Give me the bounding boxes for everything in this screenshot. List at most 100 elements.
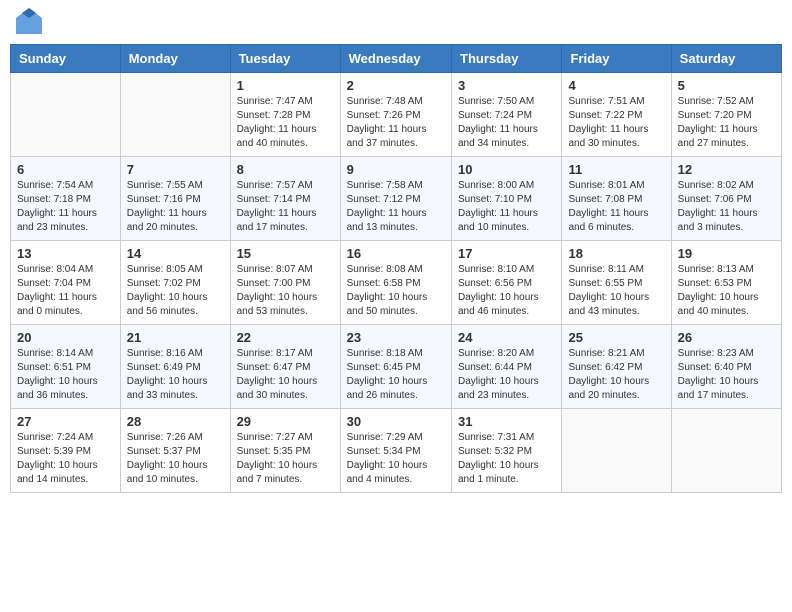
day-info: Sunrise: 8:14 AMSunset: 6:51 PMDaylight:… <box>17 347 114 403</box>
calendar-cell: 24 Sunrise: 8:20 AMSunset: 6:44 PMDayligh… <box>452 325 562 409</box>
calendar-cell: 8Sunrise: 7:57 AMSunset: 7:14 PMDaylight… <box>230 157 340 241</box>
calendar-cell: 21 Sunrise: 8:16 AMSunset: 6:49 PMDayligh… <box>120 325 230 409</box>
day-number: 28 <box>127 414 224 429</box>
calendar-cell: 17 Sunrise: 8:10 AMSunset: 6:56 PMDayligh… <box>452 241 562 325</box>
calendar-cell <box>11 73 121 157</box>
day-info: Sunrise: 7:24 AMSunset: 5:39 PMDaylight:… <box>17 431 114 487</box>
calendar-cell <box>562 409 671 493</box>
calendar-cell: 20 Sunrise: 8:14 AMSunset: 6:51 PMDayligh… <box>11 325 121 409</box>
day-info: Sunrise: 7:27 AMSunset: 5:35 PMDaylight:… <box>237 431 334 487</box>
day-number: 2 <box>347 78 445 93</box>
day-number: 31 <box>458 414 555 429</box>
calendar-cell: 28Sunrise: 7:26 AMSunset: 5:37 PMDayligh… <box>120 409 230 493</box>
day-number: 17 <box>458 246 555 261</box>
day-info: Sunrise: 7:51 AMSunset: 7:22 PMDaylight:… <box>568 95 664 151</box>
day-info: Sunrise: 7:57 AMSunset: 7:14 PMDaylight:… <box>237 179 334 235</box>
calendar-week-row: 27Sunrise: 7:24 AMSunset: 5:39 PMDayligh… <box>11 409 782 493</box>
weekday-header: Thursday <box>452 45 562 73</box>
calendar-cell: 16 Sunrise: 8:08 AMSunset: 6:58 PMDayligh… <box>340 241 451 325</box>
day-info: Sunrise: 8:17 AMSunset: 6:47 PMDaylight:… <box>237 347 334 403</box>
day-info: Sunrise: 7:47 AMSunset: 7:28 PMDaylight:… <box>237 95 334 151</box>
day-number: 9 <box>347 162 445 177</box>
day-number: 12 <box>678 162 775 177</box>
day-info: Sunrise: 8:18 AMSunset: 6:45 PMDaylight:… <box>347 347 445 403</box>
day-number: 10 <box>458 162 555 177</box>
calendar-cell: 29Sunrise: 7:27 AMSunset: 5:35 PMDayligh… <box>230 409 340 493</box>
day-number: 7 <box>127 162 224 177</box>
day-info: Sunrise: 7:52 AMSunset: 7:20 PMDaylight:… <box>678 95 775 151</box>
day-number: 25 <box>568 330 664 345</box>
day-number: 18 <box>568 246 664 261</box>
calendar-table: SundayMondayTuesdayWednesdayThursdayFrid… <box>10 44 782 493</box>
calendar-cell: 12 Sunrise: 8:02 AMSunset: 7:06 PMDayligh… <box>671 157 781 241</box>
weekday-header: Friday <box>562 45 671 73</box>
calendar-cell: 2 Sunrise: 7:48 AMSunset: 7:26 PMDaylight… <box>340 73 451 157</box>
calendar-cell: 7Sunrise: 7:55 AMSunset: 7:16 PMDaylight… <box>120 157 230 241</box>
calendar-cell: 5 Sunrise: 7:52 AMSunset: 7:20 PMDaylight… <box>671 73 781 157</box>
day-info: Sunrise: 7:48 AMSunset: 7:26 PMDaylight:… <box>347 95 445 151</box>
day-number: 19 <box>678 246 775 261</box>
day-info: Sunrise: 8:20 AMSunset: 6:44 PMDaylight:… <box>458 347 555 403</box>
day-info: Sunrise: 7:58 AMSunset: 7:12 PMDaylight:… <box>347 179 445 235</box>
day-info: Sunrise: 8:08 AMSunset: 6:58 PMDaylight:… <box>347 263 445 319</box>
day-info: Sunrise: 7:54 AMSunset: 7:18 PMDaylight:… <box>17 179 114 235</box>
day-number: 30 <box>347 414 445 429</box>
calendar-week-row: 20 Sunrise: 8:14 AMSunset: 6:51 PMDayligh… <box>11 325 782 409</box>
weekday-header: Saturday <box>671 45 781 73</box>
day-info: Sunrise: 8:21 AMSunset: 6:42 PMDaylight:… <box>568 347 664 403</box>
calendar-cell: 13Sunrise: 8:04 AMSunset: 7:04 PMDayligh… <box>11 241 121 325</box>
day-info: Sunrise: 8:13 AMSunset: 6:53 PMDaylight:… <box>678 263 775 319</box>
day-number: 11 <box>568 162 664 177</box>
day-info: Sunrise: 8:04 AMSunset: 7:04 PMDaylight:… <box>17 263 114 319</box>
day-number: 6 <box>17 162 114 177</box>
day-number: 5 <box>678 78 775 93</box>
calendar-cell: 14 Sunrise: 8:05 AMSunset: 7:02 PMDayligh… <box>120 241 230 325</box>
day-number: 21 <box>127 330 224 345</box>
logo-icon <box>14 6 44 36</box>
day-info: Sunrise: 7:29 AMSunset: 5:34 PMDaylight:… <box>347 431 445 487</box>
calendar-cell: 3 Sunrise: 7:50 AMSunset: 7:24 PMDaylight… <box>452 73 562 157</box>
calendar-cell: 23 Sunrise: 8:18 AMSunset: 6:45 PMDayligh… <box>340 325 451 409</box>
calendar-cell: 9 Sunrise: 7:58 AMSunset: 7:12 PMDaylight… <box>340 157 451 241</box>
calendar-cell: 19 Sunrise: 8:13 AMSunset: 6:53 PMDayligh… <box>671 241 781 325</box>
day-number: 3 <box>458 78 555 93</box>
calendar-cell: 1Sunrise: 7:47 AMSunset: 7:28 PMDaylight… <box>230 73 340 157</box>
day-info: Sunrise: 7:31 AMSunset: 5:32 PMDaylight:… <box>458 431 555 487</box>
logo <box>14 10 44 36</box>
day-number: 15 <box>237 246 334 261</box>
day-info: Sunrise: 8:07 AMSunset: 7:00 PMDaylight:… <box>237 263 334 319</box>
day-info: Sunrise: 8:02 AMSunset: 7:06 PMDaylight:… <box>678 179 775 235</box>
day-info: Sunrise: 8:11 AMSunset: 6:55 PMDaylight:… <box>568 263 664 319</box>
day-info: Sunrise: 8:01 AMSunset: 7:08 PMDaylight:… <box>568 179 664 235</box>
day-number: 26 <box>678 330 775 345</box>
day-number: 23 <box>347 330 445 345</box>
calendar-cell: 15 Sunrise: 8:07 AMSunset: 7:00 PMDayligh… <box>230 241 340 325</box>
day-number: 4 <box>568 78 664 93</box>
calendar-body: 1Sunrise: 7:47 AMSunset: 7:28 PMDaylight… <box>11 73 782 493</box>
day-info: Sunrise: 8:10 AMSunset: 6:56 PMDaylight:… <box>458 263 555 319</box>
calendar-cell: 11 Sunrise: 8:01 AMSunset: 7:08 PMDayligh… <box>562 157 671 241</box>
day-info: Sunrise: 8:05 AMSunset: 7:02 PMDaylight:… <box>127 263 224 319</box>
weekday-header: Tuesday <box>230 45 340 73</box>
day-info: Sunrise: 7:50 AMSunset: 7:24 PMDaylight:… <box>458 95 555 151</box>
calendar-cell: 22Sunrise: 8:17 AMSunset: 6:47 PMDayligh… <box>230 325 340 409</box>
day-number: 16 <box>347 246 445 261</box>
day-info: Sunrise: 8:16 AMSunset: 6:49 PMDaylight:… <box>127 347 224 403</box>
calendar-cell: 26Sunrise: 8:23 AMSunset: 6:40 PMDayligh… <box>671 325 781 409</box>
weekday-header: Monday <box>120 45 230 73</box>
day-number: 20 <box>17 330 114 345</box>
calendar-cell: 27Sunrise: 7:24 AMSunset: 5:39 PMDayligh… <box>11 409 121 493</box>
calendar-cell: 4 Sunrise: 7:51 AMSunset: 7:22 PMDaylight… <box>562 73 671 157</box>
calendar-cell: 30 Sunrise: 7:29 AMSunset: 5:34 PMDayligh… <box>340 409 451 493</box>
calendar-cell <box>120 73 230 157</box>
day-number: 24 <box>458 330 555 345</box>
calendar-week-row: 6 Sunrise: 7:54 AMSunset: 7:18 PMDaylight… <box>11 157 782 241</box>
page-header <box>10 10 782 36</box>
calendar-header-row: SundayMondayTuesdayWednesdayThursdayFrid… <box>11 45 782 73</box>
weekday-header: Wednesday <box>340 45 451 73</box>
day-number: 14 <box>127 246 224 261</box>
calendar-cell: 25 Sunrise: 8:21 AMSunset: 6:42 PMDayligh… <box>562 325 671 409</box>
calendar-cell: 6 Sunrise: 7:54 AMSunset: 7:18 PMDaylight… <box>11 157 121 241</box>
day-info: Sunrise: 8:00 AMSunset: 7:10 PMDaylight:… <box>458 179 555 235</box>
calendar-week-row: 13Sunrise: 8:04 AMSunset: 7:04 PMDayligh… <box>11 241 782 325</box>
